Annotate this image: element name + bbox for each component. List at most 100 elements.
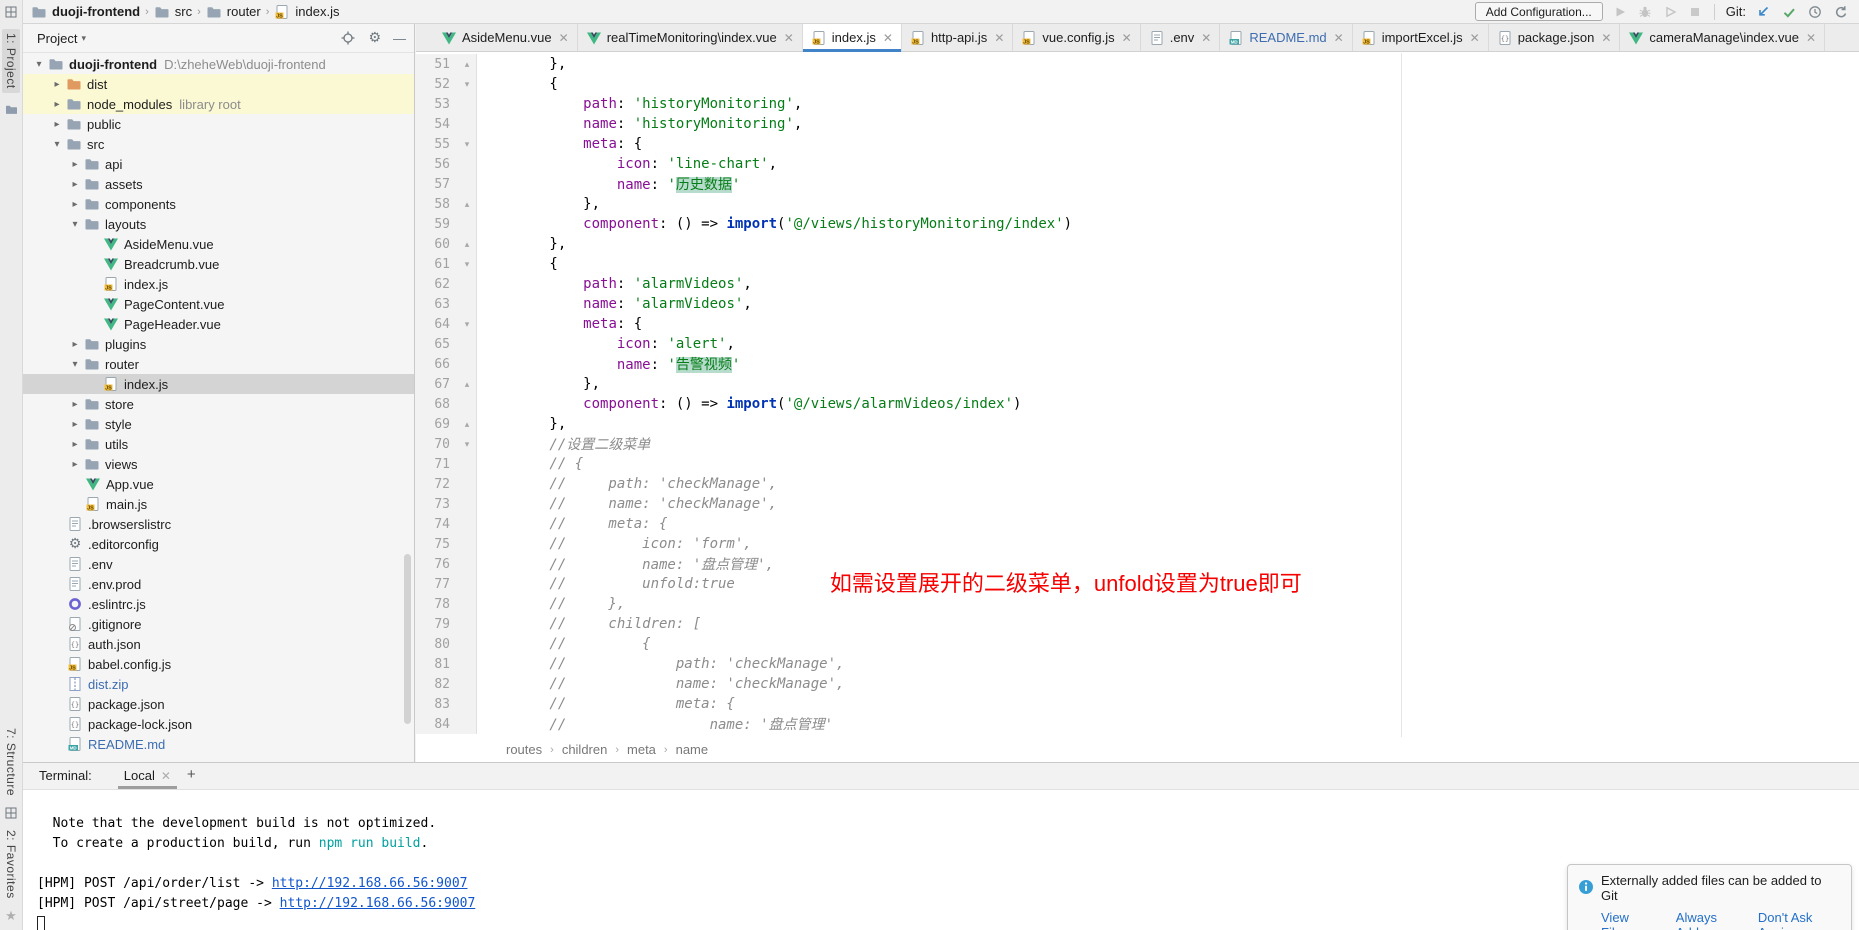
chevron-right-icon[interactable]: ▸ — [67, 159, 83, 170]
tree-item-node_modules[interactable]: ▸node_moduleslibrary root — [23, 94, 414, 114]
debug-bug-icon[interactable] — [1637, 4, 1653, 20]
close-icon[interactable]: ✕ — [1806, 31, 1816, 45]
fold-end-icon[interactable]: ▴ — [458, 239, 476, 250]
notification-link-view-files[interactable]: View Files — [1601, 910, 1654, 930]
close-icon[interactable]: ✕ — [1601, 31, 1611, 45]
fold-end-icon[interactable]: ▴ — [458, 419, 476, 430]
tree-item-PageHeader.vue[interactable]: PageHeader.vue — [23, 314, 414, 334]
notification-link-don't-ask-again[interactable]: Don't Ask Again — [1758, 910, 1839, 930]
tree-item-components[interactable]: ▸components — [23, 194, 414, 214]
fold-open-icon[interactable]: ▾ — [458, 139, 476, 150]
hide-panel-icon[interactable]: — — [393, 31, 406, 46]
chevron-right-icon[interactable]: ▸ — [67, 399, 83, 410]
tree-item-package.json[interactable]: {}package.json — [23, 694, 414, 714]
git-history-icon[interactable] — [1807, 4, 1823, 20]
chevron-right-icon[interactable]: ▸ — [49, 99, 65, 110]
editor-tab-vue.config.js[interactable]: JSvue.config.js✕ — [1013, 24, 1140, 51]
project-mini-folder-icon[interactable] — [3, 102, 19, 118]
tree-item-src[interactable]: ▾src — [23, 134, 414, 154]
tree-item-.env[interactable]: .env — [23, 554, 414, 574]
tree-item-plugins[interactable]: ▸plugins — [23, 334, 414, 354]
stripe-project-button[interactable]: 1: Project — [2, 29, 20, 93]
tree-item-.editorconfig[interactable]: ⚙.editorconfig — [23, 534, 414, 554]
editor-tab-realTimeMonitoring\index.vue[interactable]: realTimeMonitoring\index.vue✕ — [578, 24, 803, 51]
close-icon[interactable]: ✕ — [1201, 31, 1211, 45]
editor-tab-index.js[interactable]: JSindex.js✕ — [803, 24, 902, 51]
tree-item-duoji-frontend[interactable]: ▾duoji-frontendD:\zheheWeb\duoji-fronten… — [23, 54, 414, 74]
editor-tab-.env[interactable]: .env✕ — [1141, 24, 1221, 51]
tree-item-index.js[interactable]: JSindex.js — [23, 274, 414, 294]
editor-tab-cameraManage\index.vue[interactable]: cameraManage\index.vue✕ — [1620, 24, 1825, 51]
project-view-selector[interactable]: Project ▾ — [37, 31, 86, 46]
tree-item-AsideMenu.vue[interactable]: AsideMenu.vue — [23, 234, 414, 254]
close-icon[interactable]: ✕ — [161, 769, 171, 783]
tree-item-dist[interactable]: ▸dist — [23, 74, 414, 94]
tree-item-babel.config.js[interactable]: JSbabel.config.js — [23, 654, 414, 674]
favorites-grid-icon[interactable] — [3, 805, 19, 821]
terminal-tab-local[interactable]: Local ✕ — [114, 768, 181, 789]
editor-tab-importExcel.js[interactable]: JSimportExcel.js✕ — [1353, 24, 1489, 51]
git-revert-icon[interactable] — [1833, 4, 1849, 20]
tree-item-views[interactable]: ▸views — [23, 454, 414, 474]
breadcrumb-item-src[interactable]: src — [154, 4, 192, 20]
chevron-down-icon[interactable]: ▾ — [67, 359, 83, 370]
tree-item-README.md[interactable]: MDREADME.md — [23, 734, 414, 754]
tree-item-.gitignore[interactable]: .gitignore — [23, 614, 414, 634]
stop-icon[interactable] — [1687, 4, 1703, 20]
chevron-right-icon[interactable]: ▸ — [67, 179, 83, 190]
terminal-url-link[interactable]: http://192.168.66.56:9007 — [272, 876, 468, 891]
chevron-right-icon[interactable]: ▸ — [67, 339, 83, 350]
tree-item-.env.prod[interactable]: .env.prod — [23, 574, 414, 594]
fold-end-icon[interactable]: ▴ — [458, 199, 476, 210]
tree-item-.eslintrc.js[interactable]: .eslintrc.js — [23, 594, 414, 614]
terminal-url-link[interactable]: http://192.168.66.56:9007 — [280, 896, 476, 911]
tree-item-layouts[interactable]: ▾layouts — [23, 214, 414, 234]
tree-item-store[interactable]: ▸store — [23, 394, 414, 414]
fold-open-icon[interactable]: ▾ — [458, 319, 476, 330]
tree-item-utils[interactable]: ▸utils — [23, 434, 414, 454]
close-icon[interactable]: ✕ — [1334, 31, 1344, 45]
tool-windows-grid-icon[interactable] — [3, 4, 19, 20]
tree-item-main.js[interactable]: JSmain.js — [23, 494, 414, 514]
gear-icon[interactable]: ⚙ — [368, 31, 381, 45]
tree-item-PageContent.vue[interactable]: PageContent.vue — [23, 294, 414, 314]
chevron-right-icon[interactable]: ▸ — [67, 199, 83, 210]
fold-open-icon[interactable]: ▾ — [458, 79, 476, 90]
code-editor[interactable]: 51▴ },52▾ {53 path: 'historyMonitoring',… — [416, 53, 1859, 737]
tree-item-auth.json[interactable]: {}auth.json — [23, 634, 414, 654]
close-icon[interactable]: ✕ — [994, 31, 1004, 45]
chevron-right-icon[interactable]: ▸ — [67, 459, 83, 470]
chevron-down-icon[interactable]: ▾ — [49, 139, 65, 150]
tree-scrollbar[interactable] — [404, 554, 411, 724]
notification-link-always-add[interactable]: Always Add — [1676, 910, 1736, 930]
tree-item-dist.zip[interactable]: dist.zip — [23, 674, 414, 694]
close-icon[interactable]: ✕ — [784, 31, 794, 45]
chevron-right-icon[interactable]: ▸ — [67, 419, 83, 430]
chevron-right-icon[interactable]: ▸ — [67, 439, 83, 450]
new-terminal-tab-button[interactable]: + — [181, 766, 206, 789]
tree-item-style[interactable]: ▸style — [23, 414, 414, 434]
tree-item-Breadcrumb.vue[interactable]: Breadcrumb.vue — [23, 254, 414, 274]
tree-item-package-lock.json[interactable]: {}package-lock.json — [23, 714, 414, 734]
editor-breadcrumb-routes[interactable]: routes — [506, 742, 542, 757]
tree-item-assets[interactable]: ▸assets — [23, 174, 414, 194]
stripe-structure-button[interactable]: 7: Structure — [4, 728, 18, 796]
chevron-down-icon[interactable]: ▾ — [31, 59, 47, 70]
stripe-favorites-button[interactable]: 2: Favorites — [4, 830, 18, 899]
tree-item-router[interactable]: ▾router — [23, 354, 414, 374]
editor-breadcrumb-children[interactable]: children — [562, 742, 608, 757]
breadcrumb-item-router[interactable]: router — [206, 4, 261, 20]
editor-breadcrumb-meta[interactable]: meta — [627, 742, 656, 757]
tree-item-.browserslistrc[interactable]: .browserslistrc — [23, 514, 414, 534]
git-commit-icon[interactable] — [1781, 4, 1797, 20]
chevron-down-icon[interactable]: ▾ — [67, 219, 83, 230]
fold-open-icon[interactable]: ▾ — [458, 439, 476, 450]
editor-tab-AsideMenu.vue[interactable]: AsideMenu.vue✕ — [433, 24, 578, 51]
locate-file-icon[interactable] — [340, 30, 356, 46]
editor-breadcrumb-name[interactable]: name — [676, 742, 709, 757]
tree-item-api[interactable]: ▸api — [23, 154, 414, 174]
tree-item-App.vue[interactable]: App.vue — [23, 474, 414, 494]
tree-item-public[interactable]: ▸public — [23, 114, 414, 134]
chevron-right-icon[interactable]: ▸ — [49, 79, 65, 90]
close-icon[interactable]: ✕ — [559, 31, 569, 45]
